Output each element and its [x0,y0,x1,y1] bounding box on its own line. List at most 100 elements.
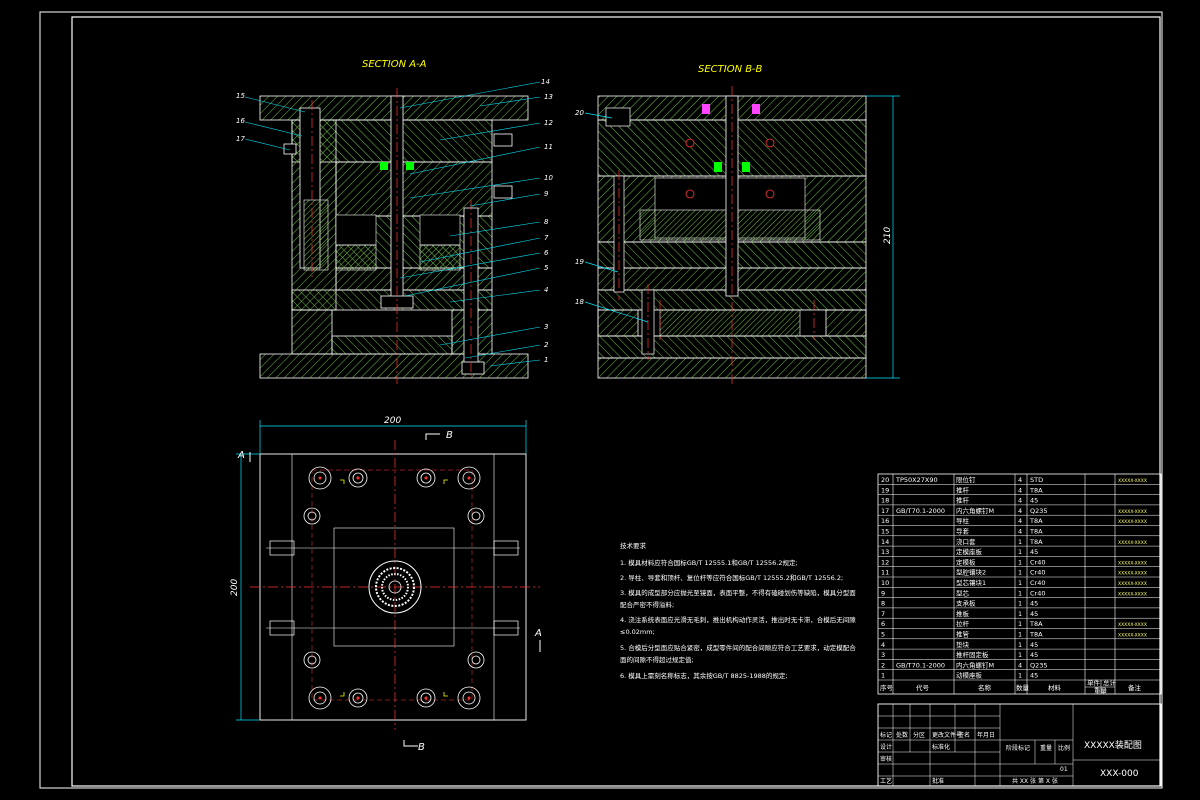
bom-cell-mat: Q235 [1030,661,1048,669]
bom-cell-note: XXXXX-XXXX [1118,622,1147,628]
bom-cell-no: 17 [881,507,889,515]
bom-cell-qty: 1 [1018,631,1022,639]
bom-cell-name: 推杆 [956,496,970,505]
callout-17: 17 [236,135,245,143]
bom-cell-qty: 4 [1018,661,1022,669]
bom-cell-mat: T8A [1029,486,1043,494]
bom-cell-name: 垫块 [956,640,970,649]
tb-label-date: 年月日 [977,731,995,739]
tb-label-sign: 签名 [958,731,970,739]
bom-cell-qty: 1 [1018,538,1022,546]
callout-10: 10 [544,174,553,182]
tb-drawing-code: XXX-000 [1100,769,1139,779]
bom-header-name: 名称 [978,683,992,692]
bom-cell-note: XXXXX-XXXX [1118,633,1147,639]
bom-cell-no: 7 [881,610,885,618]
bom-cell-no: 8 [881,600,885,608]
bom-cell-note: XXXXX-XXXX [1118,519,1147,525]
note-line-4: 配合严密不得溢料; [620,600,674,609]
bom-cell-mat: 45 [1030,672,1038,680]
callout-7: 7 [544,234,549,242]
bom-cell-std: GB/T70.1-2000 [896,661,945,669]
note-line-1: 1. 模具材料应符合国标GB/T 12555.1和GB/T 12556.2规定; [620,558,798,567]
tb-label-design: 设计 [880,743,892,751]
tb-label-stage: 阶段标记 [1006,744,1030,752]
bom-cell-note: XXXXX-XXXX [1118,560,1147,566]
bom-cell-qty: 1 [1018,620,1022,628]
bom-cell-mat: T8A [1029,620,1043,628]
bom-header-weight-single: 单件 [1087,678,1101,687]
bom-cell-qty: 1 [1018,672,1022,680]
callout-13: 13 [544,93,553,101]
bom-header-note: 备注 [1128,683,1142,692]
bom-cell-no: 2 [881,661,885,669]
tb-scale-ratio: 01 [1060,766,1068,773]
bom-cell-qty: 1 [1018,641,1022,649]
callout-16: 16 [236,117,245,125]
bom-cell-mat: T8A [1029,538,1043,546]
bom-cell-no: 13 [881,548,889,556]
bom-cell-qty: 1 [1018,651,1022,659]
callout-9: 9 [544,190,549,198]
bom-cell-qty: 1 [1018,548,1022,556]
bom-cell-note: XXXXX-XXXX [1118,540,1147,546]
tb-label-count: 处数 [896,731,908,739]
bom-cell-mat: 45 [1030,610,1038,618]
bom-header-weight-total: 总计 [1103,678,1117,687]
callout-12: 12 [544,119,553,127]
callout-2: 2 [544,341,549,349]
bom-cell-std: TP50X27X90 [895,476,938,484]
bom-cell-qty: 4 [1018,476,1022,484]
bom-header-qty: 数量 [1016,683,1030,692]
bom-cell-no: 5 [881,631,885,639]
bom-cell-name: 导套 [956,527,970,536]
bom-cell-no: 14 [881,538,889,546]
tb-sheet-info: 共 XX 张 第 X 张 [1012,777,1058,785]
bom-cell-mat: T8A [1029,517,1043,525]
bom-cell-name: 内六角螺钉M [956,506,994,515]
cut-label-a-right: A [534,628,542,639]
bom-cell-name: 浇口套 [956,537,976,546]
callout-4: 4 [544,286,548,294]
bom-cell-name: 推板 [956,609,970,618]
bom-cell-mat: 45 [1030,600,1038,608]
tb-label-process: 工艺 [880,777,892,785]
callout-18: 18 [575,298,584,306]
cut-label-a-left: A [237,450,245,461]
drawing-canvas: SECTION A-A 15 16 17 14 13 12 11 10 9 8 … [39,11,1163,789]
bom-cell-qty: 1 [1018,558,1022,566]
bom-cell-qty: 4 [1018,486,1022,494]
bom-cell-name: 推杆 [956,485,970,494]
callout-8: 8 [544,218,549,226]
bom-cell-mat: Cr40 [1030,569,1045,577]
bom-header-std: 代号 [916,683,930,692]
bom-header-mat: 材料 [1048,683,1062,692]
dim-height-bb: 210 [883,227,893,244]
note-line-3: 3. 模具的成型部分应抛光至镜面，表面平整，不得有磕碰划伤等缺陷，模具分型面 [620,588,856,597]
plan-view: 200 200 B B A A [230,416,542,753]
note-line-8: 面的间隙不得超过规定值; [620,655,694,664]
note-line-7: 5. 合模后分型面应贴合紧密，成型零件间的配合间隙应符合工艺要求，动定模配合 [620,643,856,652]
callout-11: 11 [544,143,553,151]
bom-cell-no: 19 [881,486,889,494]
callout-3: 3 [544,323,548,331]
notes-title: 技术要求 [620,541,647,550]
bom-cell-mat: Cr40 [1030,558,1045,566]
tb-label-review: 审核 [880,755,892,763]
tb-label-scale: 比例 [1058,744,1070,752]
bom-cell-mat: 45 [1030,651,1038,659]
bom-cell-no: 9 [881,589,885,597]
callout-20: 20 [575,109,584,117]
bom-cell-name: 型芯镶块1 [956,578,986,587]
section-bb-view: SECTION B-B 210 20 19 18 [575,64,900,384]
bom-cell-mat: Q235 [1030,507,1048,515]
section-aa-title: SECTION A-A [362,59,427,70]
bom-cell-mat: T8A [1029,631,1043,639]
cut-label-b-top: B [446,430,453,441]
bom-cell-mat: Cr40 [1030,579,1045,587]
note-line-2: 2. 导柱、导套和顶杆、复位杆等应符合国标GB/T 12555.2和GB/T 1… [620,573,843,582]
bom-cell-qty: 1 [1018,579,1022,587]
bom-cell-no: 6 [881,620,885,628]
tb-label-standard: 标准化 [932,743,950,751]
callout-15: 15 [236,92,245,100]
